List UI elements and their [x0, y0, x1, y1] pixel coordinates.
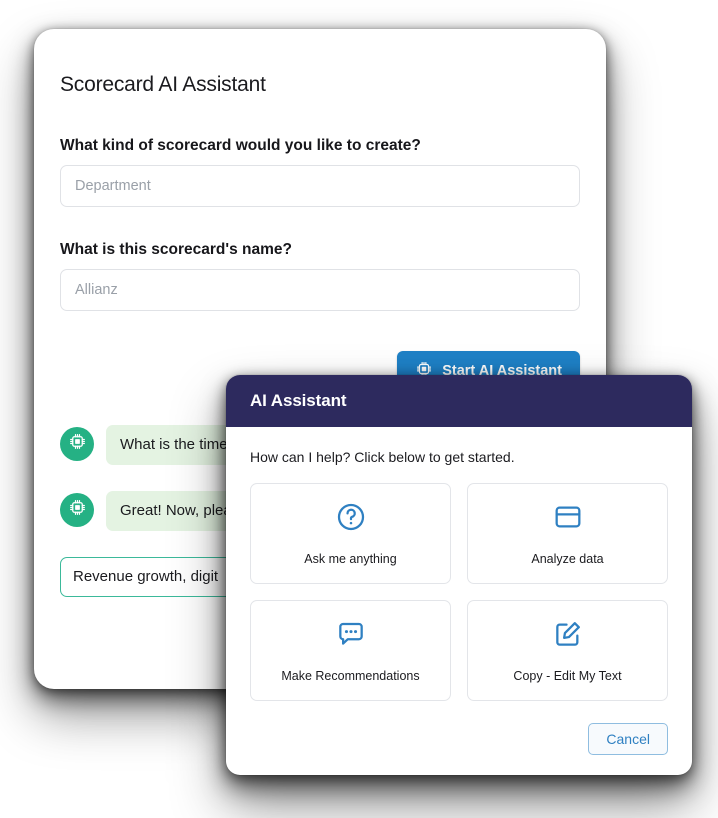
modal-prompt: How can I help? Click below to get start… [250, 449, 515, 465]
cancel-button[interactable]: Cancel [588, 723, 668, 755]
edit-square-pencil-icon [552, 618, 584, 655]
option-label: Copy - Edit My Text [513, 669, 622, 683]
option-card-copy-edit-my-text[interactable]: Copy - Edit My Text [467, 600, 668, 701]
modal-header: AI Assistant [226, 375, 692, 427]
option-label: Make Recommendations [281, 669, 420, 683]
option-card-analyze-data[interactable]: Analyze data [467, 483, 668, 584]
chat-bubble-dots-icon [335, 618, 367, 655]
modal-title: AI Assistant [250, 391, 347, 410]
table-card-icon [552, 501, 584, 538]
question-circle-icon [335, 501, 367, 538]
ai-chip-icon [68, 432, 87, 456]
ai-assistant-modal: AI Assistant How can I help? Click below… [226, 375, 692, 775]
assistant-avatar [60, 492, 94, 527]
option-label: Analyze data [531, 552, 604, 566]
cancel-button-label: Cancel [606, 731, 650, 747]
screenshot-stage: Scorecard AI Assistant What kind of scor… [0, 0, 718, 818]
assistant-option-grid: Ask me anything Analyze data Make Recomm… [250, 483, 668, 701]
option-card-make-recommendations[interactable]: Make Recommendations [250, 600, 451, 701]
option-card-ask-me-anything[interactable]: Ask me anything [250, 483, 451, 584]
scorecard-name-input[interactable] [60, 269, 580, 311]
option-label: Ask me anything [304, 552, 397, 566]
modal-body: How can I help? Click below to get start… [226, 427, 692, 705]
scorecard-type-label: What kind of scorecard would you like to… [60, 137, 421, 154]
ai-chip-icon [68, 498, 87, 522]
assistant-avatar [60, 427, 94, 461]
scorecard-name-label: What is this scorecard's name? [60, 241, 292, 258]
modal-footer: Cancel [226, 705, 692, 775]
scorecard-form: Scorecard AI Assistant What kind of scor… [34, 29, 606, 391]
page-title: Scorecard AI Assistant [60, 73, 266, 96]
assistant-message-bubble: What is the time [106, 425, 242, 465]
scorecard-type-input[interactable] [60, 165, 580, 207]
